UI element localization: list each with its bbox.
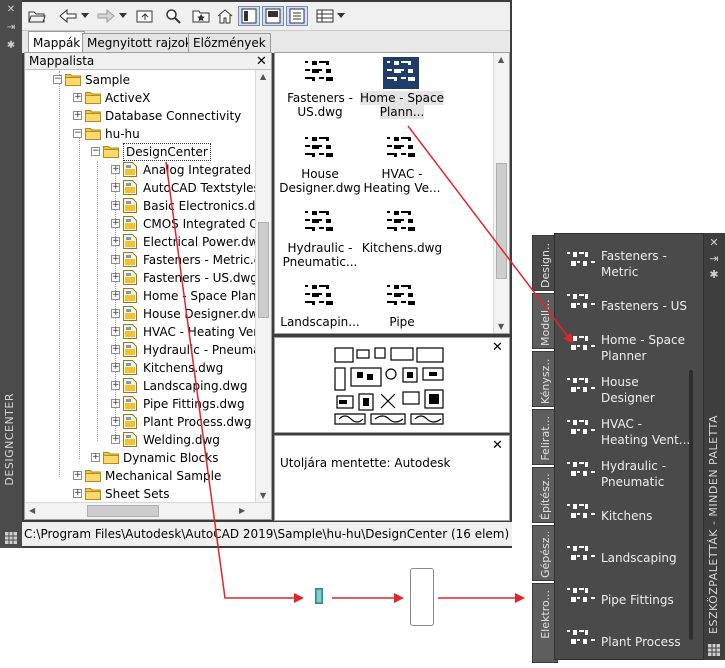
arrow-tree-to-block (165, 161, 304, 603)
annotation-arrows (165, 125, 574, 603)
arrow-content-to-palette-tool (407, 125, 574, 344)
